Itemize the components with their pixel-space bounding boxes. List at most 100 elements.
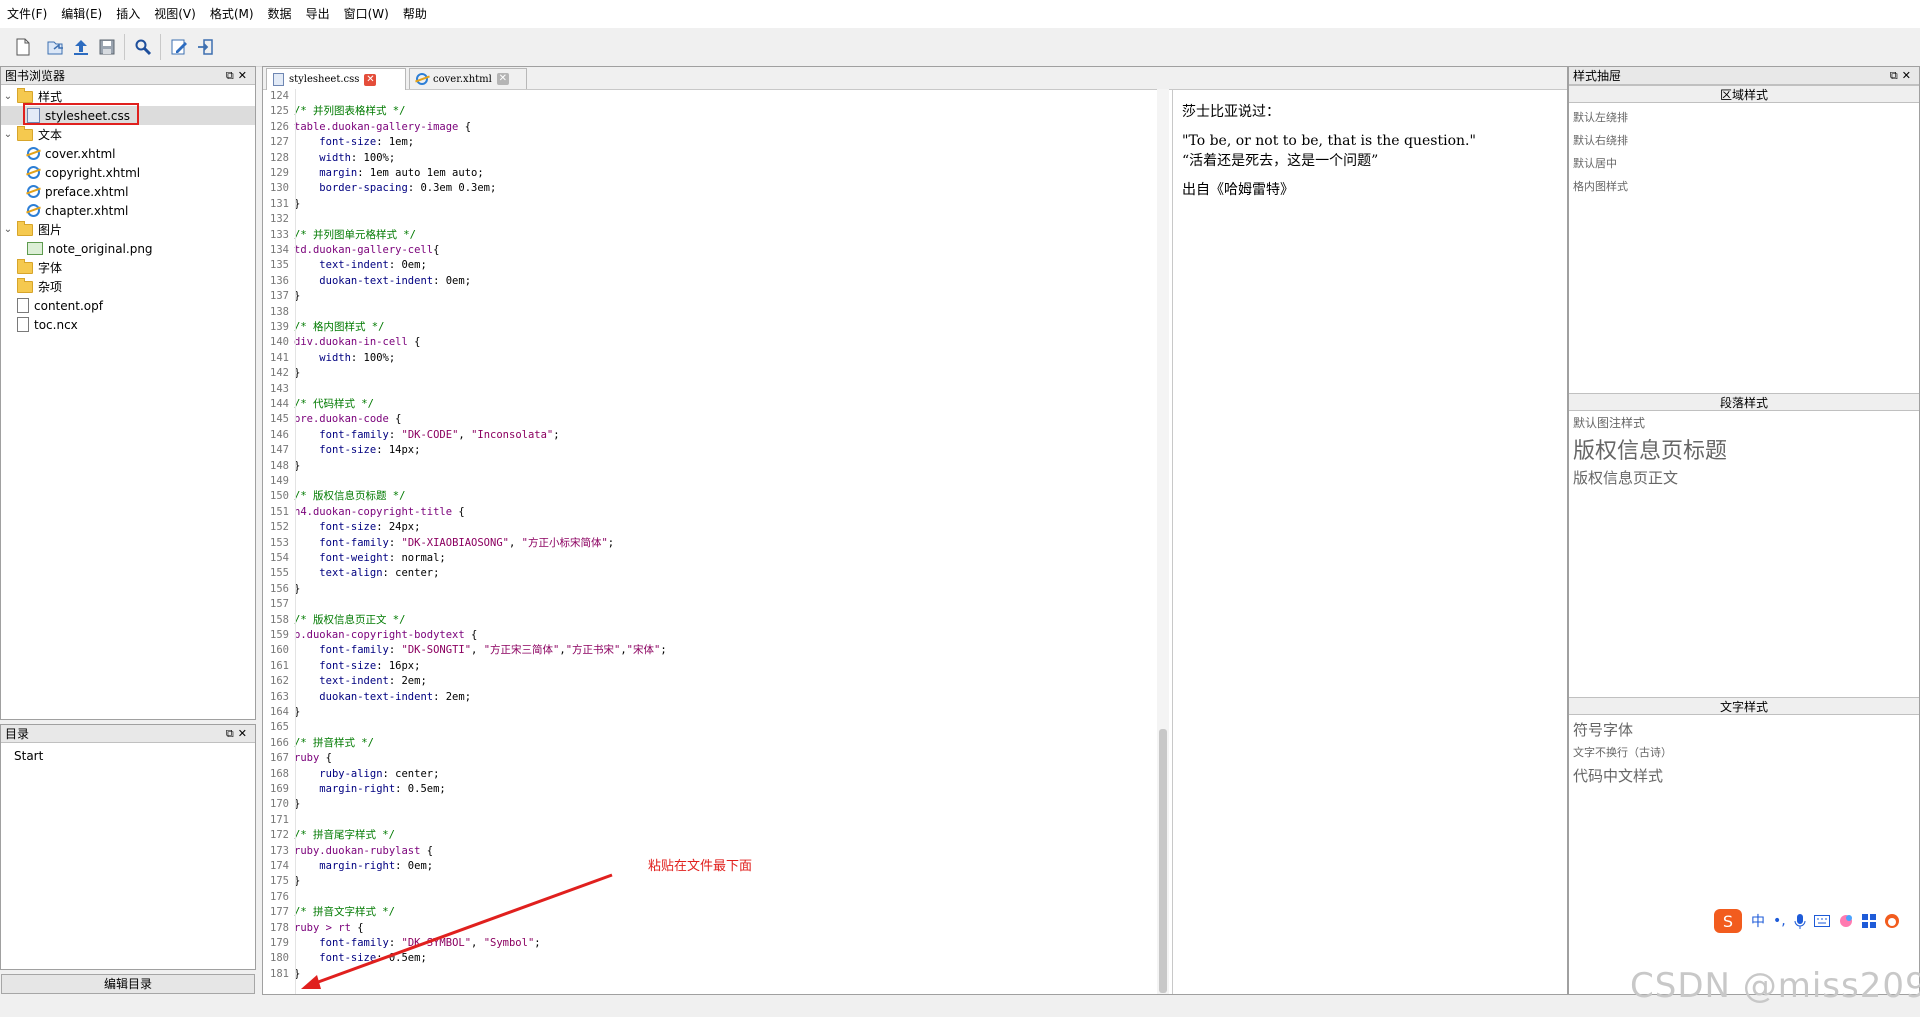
xhtml-file-icon bbox=[27, 204, 40, 217]
save-icon[interactable] bbox=[94, 34, 120, 60]
xhtml-file-icon bbox=[27, 147, 40, 160]
style-item[interactable]: 默认左绕排 bbox=[1573, 109, 1628, 125]
tree-item[interactable]: preface.xhtml bbox=[1, 182, 255, 201]
style-item[interactable]: 默认右绕排 bbox=[1573, 132, 1628, 148]
tree-item-label: 字体 bbox=[38, 261, 63, 275]
watermark: CSDN @miss209 bbox=[1630, 966, 1920, 1006]
tree-item[interactable]: 杂项 bbox=[1, 277, 255, 296]
tree-item[interactable]: chapter.xhtml bbox=[1, 201, 255, 220]
tree-item-label: preface.xhtml bbox=[45, 184, 129, 199]
menu-item[interactable]: 帮助 bbox=[396, 0, 434, 28]
style-item[interactable]: 默认居中 bbox=[1573, 155, 1617, 171]
ime-punct-label[interactable]: •, bbox=[1773, 913, 1786, 929]
tree-item-label: 图片 bbox=[38, 223, 63, 237]
ime-mode-label[interactable]: 中 bbox=[1751, 911, 1765, 931]
preview-line: 出自《哈姆雷特》 bbox=[1182, 182, 1294, 198]
menu-item[interactable]: 插入 bbox=[109, 0, 147, 28]
style-item[interactable]: 版权信息页正文 bbox=[1573, 467, 1678, 488]
float-icon[interactable]: ⧉ bbox=[1890, 69, 1902, 82]
folder-icon bbox=[17, 277, 33, 293]
menu-item[interactable]: 编辑(E) bbox=[54, 0, 109, 28]
expand-chevron-icon[interactable]: ⌄ bbox=[3, 220, 13, 239]
grid-icon[interactable] bbox=[1861, 914, 1876, 928]
toc-title-text: 目录 bbox=[5, 727, 30, 741]
tree-item-label: 杂项 bbox=[38, 280, 63, 294]
style-item[interactable]: 默认图注样式 bbox=[1573, 414, 1645, 431]
preview-line: "To be, or not to be, that is the questi… bbox=[1182, 133, 1476, 149]
expand-chevron-icon[interactable]: ⌄ bbox=[3, 87, 13, 106]
toc-panel: 目录 ⧉✕ Start bbox=[0, 724, 256, 970]
editor-area: stylesheet.css ✕ cover.xhtml ✕ 124 125/* … bbox=[262, 66, 1568, 995]
tree-item[interactable]: content.opf bbox=[1, 296, 255, 315]
microphone-icon[interactable] bbox=[1794, 913, 1806, 929]
open-icon[interactable] bbox=[42, 34, 68, 60]
style-item[interactable]: 符号字体 bbox=[1573, 719, 1633, 740]
folder-icon bbox=[17, 125, 33, 141]
menu-item[interactable]: 文件(F) bbox=[0, 0, 54, 28]
tree-item[interactable]: cover.xhtml bbox=[1, 144, 255, 163]
expand-chevron-icon[interactable]: ⌄ bbox=[3, 125, 13, 144]
style-item[interactable]: 格内图样式 bbox=[1573, 178, 1628, 194]
preview-line: “活着还是死去，这是一个问题” bbox=[1182, 153, 1379, 169]
tree-item[interactable]: note_original.png bbox=[1, 239, 255, 258]
edit-toc-button[interactable]: 编辑目录 bbox=[1, 974, 255, 994]
preview-pane: 莎士比亚说过： "To be, or not to be, that is th… bbox=[1172, 89, 1568, 994]
close-icon[interactable]: ✕ bbox=[238, 69, 251, 82]
section-title-text: 文字样式 bbox=[1569, 697, 1919, 715]
toc-item[interactable]: Start bbox=[14, 749, 43, 763]
style-item[interactable]: 代码中文样式 bbox=[1573, 765, 1663, 786]
float-icon[interactable]: ⧉ bbox=[226, 727, 238, 740]
tree-item[interactable]: 字体 bbox=[1, 258, 255, 277]
xhtml-file-icon bbox=[27, 166, 40, 179]
tree-item-label: copyright.xhtml bbox=[45, 165, 141, 180]
folder-icon bbox=[17, 220, 33, 236]
style-item[interactable]: 文字不换行（古诗） bbox=[1573, 744, 1672, 760]
new-book-icon[interactable] bbox=[10, 34, 36, 60]
section-title-region: 区域样式 bbox=[1569, 85, 1919, 103]
tree-item-label: chapter.xhtml bbox=[45, 203, 129, 218]
menu-item[interactable]: 窗口(W) bbox=[337, 0, 396, 28]
book-browser-title-text: 图书浏览器 bbox=[5, 69, 66, 83]
ime-toolbar[interactable]: S 中 •, bbox=[1713, 907, 1918, 935]
xhtml-file-icon bbox=[27, 185, 40, 198]
styles-drawer-title-text: 样式抽屉 bbox=[1573, 69, 1622, 83]
toc-title: 目录 ⧉✕ bbox=[1, 725, 255, 743]
menu-item[interactable]: 格式(M) bbox=[203, 0, 261, 28]
file-icon bbox=[17, 317, 29, 332]
section-title-paragraph: 段落样式 bbox=[1569, 393, 1919, 411]
svg-text:S: S bbox=[1723, 912, 1733, 931]
styles-drawer: 样式抽屉 ⧉✕ 区域样式 默认左绕排 默认右绕排 默认居中 格内图样式 段落样式… bbox=[1568, 66, 1920, 995]
highlight-box bbox=[23, 103, 139, 125]
folder-icon bbox=[17, 258, 33, 274]
menu-item[interactable]: 数据 bbox=[261, 0, 299, 28]
float-icon[interactable]: ⧉ bbox=[226, 69, 238, 82]
tree-item-label: toc.ncx bbox=[34, 317, 78, 332]
image-file-icon bbox=[27, 242, 43, 255]
preview-line: 莎士比亚说过： bbox=[1182, 104, 1280, 120]
tree-item-label: content.opf bbox=[34, 298, 103, 313]
upload-icon[interactable] bbox=[68, 34, 94, 60]
tree-item[interactable]: ⌄ 图片 bbox=[1, 220, 255, 239]
tree-item-label: note_original.png bbox=[48, 241, 153, 256]
panel-controls: ⧉✕ bbox=[226, 725, 251, 743]
style-item[interactable]: 版权信息页标题 bbox=[1573, 433, 1727, 465]
tree-item[interactable]: copyright.xhtml bbox=[1, 163, 255, 182]
book-browser-title: 图书浏览器 ⧉✕ bbox=[1, 67, 255, 85]
search-icon[interactable] bbox=[130, 34, 156, 60]
skin-icon[interactable] bbox=[1838, 913, 1854, 929]
menu-item[interactable]: 视图(V) bbox=[147, 0, 203, 28]
import-icon[interactable] bbox=[192, 34, 218, 60]
tree-item[interactable]: ⌄ 文本 bbox=[1, 125, 255, 144]
close-icon[interactable]: ✕ bbox=[238, 727, 251, 740]
tree-item[interactable]: toc.ncx bbox=[1, 315, 255, 334]
close-icon[interactable]: ✕ bbox=[1902, 69, 1915, 82]
menu-item[interactable]: 导出 bbox=[299, 0, 337, 28]
styles-drawer-title: 样式抽屉 ⧉✕ bbox=[1569, 67, 1919, 85]
panel-controls: ⧉✕ bbox=[226, 67, 251, 85]
keyboard-icon[interactable] bbox=[1813, 915, 1830, 927]
toolbar bbox=[0, 28, 1920, 67]
edit-icon[interactable] bbox=[166, 34, 192, 60]
tree-item-label: cover.xhtml bbox=[45, 146, 116, 161]
mascot-icon[interactable] bbox=[1884, 913, 1900, 929]
sogou-icon: S bbox=[1714, 909, 1742, 933]
